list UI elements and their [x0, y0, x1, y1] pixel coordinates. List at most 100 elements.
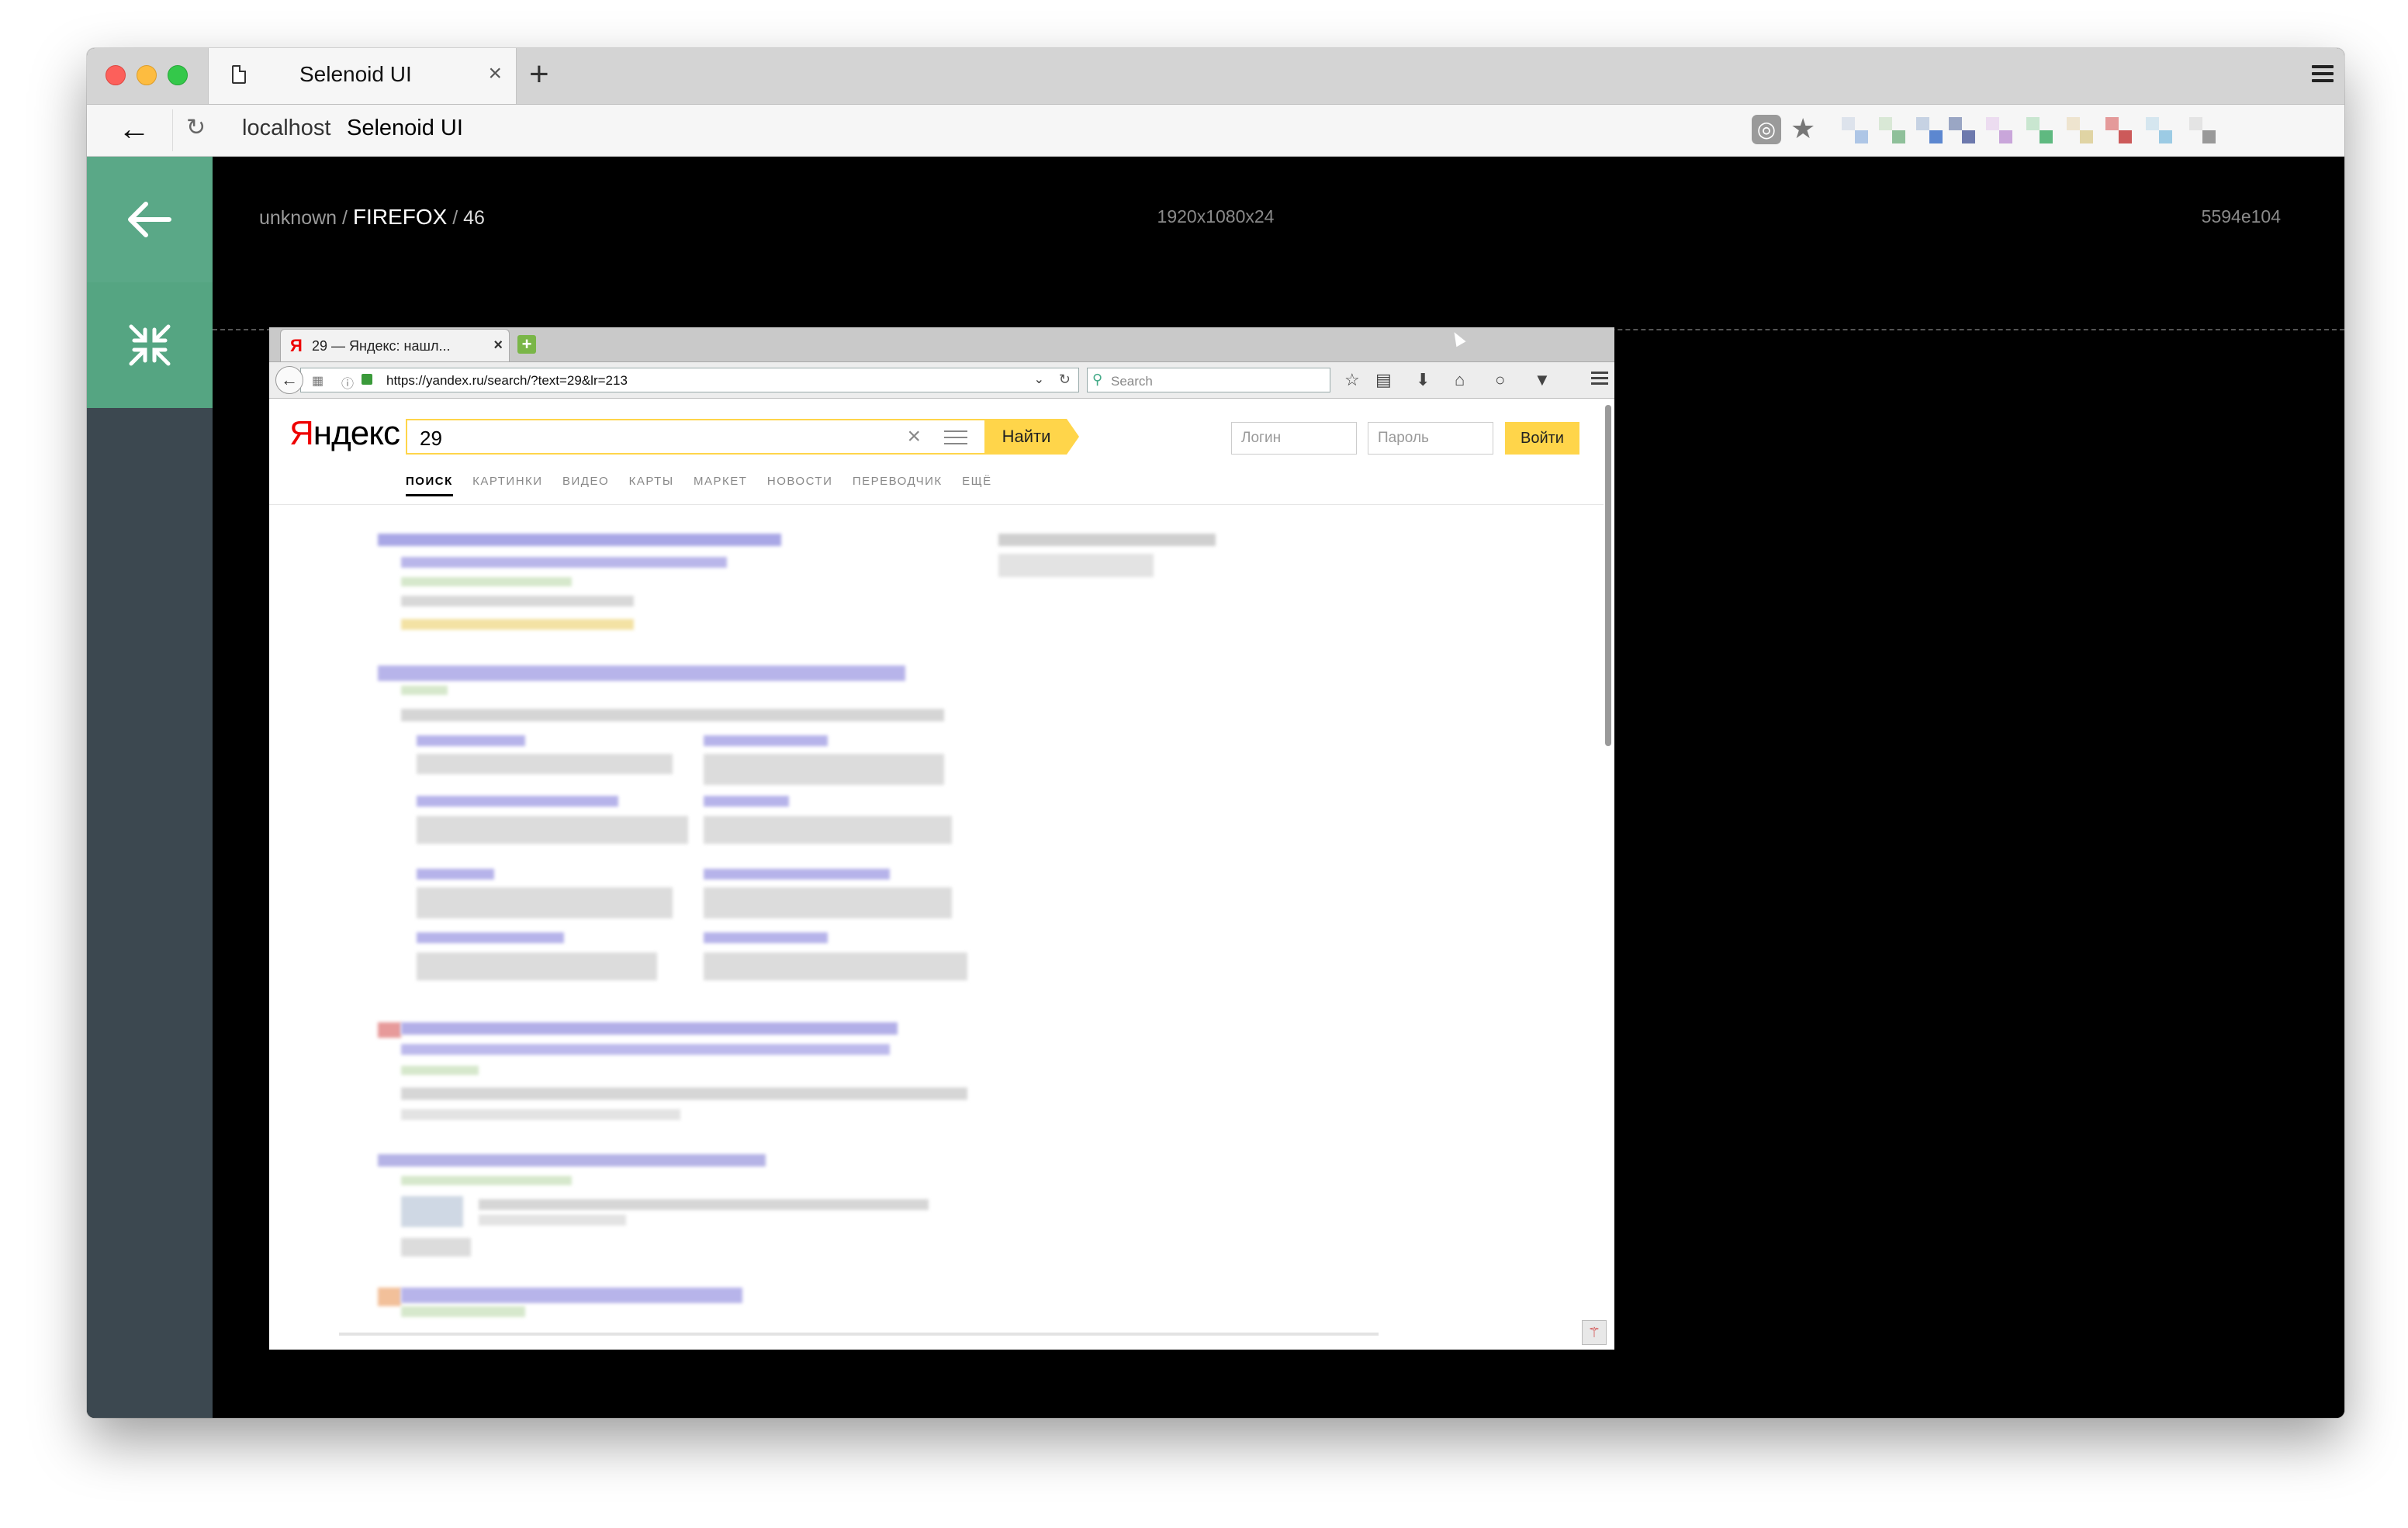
divider [172, 109, 173, 151]
firefox-tab-close-icon[interactable]: × [493, 337, 503, 354]
firefox-new-tab-icon[interactable]: + [517, 335, 536, 354]
browser-menu-icon[interactable] [2312, 65, 2334, 86]
result-url [401, 1306, 525, 1317]
vnc-screen[interactable]: Я 29 — Яндекс: нашл... × + ▦ ⓘ https://y… [269, 327, 1614, 1350]
firefox-menu-icon[interactable] [1591, 372, 1608, 388]
pocket-icon[interactable]: ▼ [1534, 370, 1551, 390]
sidebar [87, 157, 213, 1418]
extension-icon[interactable] [1842, 117, 1868, 143]
extension-icon[interactable] [1916, 117, 1943, 143]
sitelink[interactable] [704, 869, 890, 880]
tab-more[interactable]: ЕЩЁ [962, 475, 992, 488]
firefox-search-box[interactable]: ⚲ Search [1087, 368, 1330, 392]
firefox-url-text[interactable]: https://yandex.ru/search/?text=29&lr=213 [386, 373, 628, 389]
enter-button[interactable]: Войти [1505, 422, 1579, 455]
find-button[interactable]: Найти [986, 419, 1079, 455]
firefox-search-placeholder: Search [1111, 374, 1153, 389]
result-title[interactable] [401, 1288, 742, 1303]
clipboard-icon[interactable]: ▤ [1375, 370, 1392, 390]
extension-icon[interactable] [2067, 117, 2093, 143]
translate-icon[interactable]: ◎ [1752, 115, 1781, 144]
bug-icon[interactable]: ⚚ [1582, 1320, 1607, 1345]
firefox-url-bar[interactable]: ▦ ⓘ https://yandex.ru/search/?text=29&lr… [300, 368, 1079, 392]
new-tab-icon[interactable]: + [529, 57, 549, 92]
extension-icon[interactable] [1879, 117, 1905, 143]
result-title[interactable] [401, 557, 727, 568]
firefox-lock-icon [362, 374, 372, 385]
url-host[interactable]: localhost [242, 116, 330, 141]
collapse-screen-button[interactable] [87, 282, 213, 408]
result-snippet [401, 619, 634, 630]
download-icon[interactable]: ⬇ [1416, 370, 1430, 390]
password-field[interactable]: Пароль [1368, 422, 1493, 455]
selenoid-app: unknown / FIREFOX / 46 1920x1080x24 5594… [87, 157, 2344, 1418]
url-page-title[interactable]: Selenoid UI [347, 116, 463, 141]
reload-icon[interactable]: ↻ [186, 116, 206, 140]
tab-news[interactable]: НОВОСТИ [767, 475, 832, 488]
tab-maps[interactable]: КАРТЫ [629, 475, 674, 488]
yandex-search-input[interactable]: 29 × [406, 419, 986, 455]
sitelink-text [704, 887, 952, 918]
bookmark-star-icon[interactable]: ☆ [1344, 370, 1360, 390]
back-arrow-icon[interactable]: ← [118, 112, 150, 145]
sitelink[interactable] [417, 735, 525, 746]
result-url [401, 577, 572, 586]
extensions-area [1842, 109, 2338, 151]
sitelink-text [417, 952, 657, 980]
extension-icon[interactable] [2105, 117, 2132, 143]
bookmark-star-icon[interactable]: ★ [1790, 112, 1815, 145]
firefox-tab[interactable]: Я 29 — Яндекс: нашл... × [280, 329, 510, 361]
search-settings-icon[interactable] [944, 430, 967, 449]
sitelink-text [417, 816, 688, 844]
firefox-identity-icon: ▦ [312, 375, 324, 388]
result-title[interactable] [378, 1154, 766, 1167]
zoom-window-button[interactable] [168, 65, 188, 85]
browser-tab[interactable]: Selenoid UI × [208, 48, 517, 104]
divider [269, 504, 1604, 505]
clear-icon[interactable]: × [907, 423, 921, 450]
extension-icon[interactable] [2189, 117, 2216, 143]
tab-bar: Selenoid UI × + [87, 48, 2344, 105]
sitelink[interactable] [704, 735, 828, 746]
close-tab-icon[interactable]: × [488, 62, 502, 85]
chat-icon[interactable]: ○ [1495, 370, 1505, 390]
result-title[interactable] [378, 534, 781, 546]
close-window-button[interactable] [106, 65, 126, 85]
sitelink[interactable] [417, 869, 494, 880]
firefox-back-icon[interactable]: ← [275, 366, 303, 394]
result-title[interactable] [401, 1022, 898, 1035]
extension-icon[interactable] [2146, 117, 2172, 143]
tab-translate[interactable]: ПЕРЕВОДЧИК [853, 475, 943, 488]
sitelink-text [704, 816, 952, 844]
tab-images[interactable]: КАРТИНКИ [472, 475, 542, 488]
tab-video[interactable]: ВИДЕО [562, 475, 609, 488]
result-title[interactable] [378, 665, 905, 681]
result-title[interactable] [401, 1044, 890, 1055]
sitelink[interactable] [704, 932, 828, 943]
result-snippet [401, 709, 944, 721]
firefox-reload-icon[interactable]: ↻ [1059, 372, 1071, 388]
tab-search[interactable]: ПОИСК [406, 475, 453, 496]
horizontal-scrollbar[interactable] [339, 1333, 1379, 1336]
yandex-logo[interactable]: Яндекс [289, 414, 400, 453]
result-url [401, 1176, 572, 1185]
sitelink[interactable] [704, 796, 789, 807]
login-field[interactable]: Логин [1231, 422, 1357, 455]
result-snippet [401, 1238, 471, 1257]
firefox-tab-title: 29 — Яндекс: нашл... [312, 338, 451, 354]
sitelink[interactable] [417, 796, 618, 807]
extension-icon[interactable] [1986, 117, 2012, 143]
extension-icon[interactable] [2026, 117, 2053, 143]
minimize-window-button[interactable] [137, 65, 157, 85]
vertical-scrollbar[interactable] [1605, 405, 1611, 746]
result-favicon [378, 1022, 401, 1038]
tab-market[interactable]: МАРКЕТ [694, 475, 747, 488]
home-icon[interactable]: ⌂ [1455, 370, 1465, 390]
sitelink[interactable] [417, 932, 564, 943]
firefox-info-icon: ⓘ [341, 378, 355, 391]
firefox-url-dropdown-icon[interactable]: ⌄ [1034, 372, 1044, 387]
sitelink-text [704, 754, 944, 785]
result-thumbnail[interactable] [401, 1196, 463, 1227]
collapse-icon [129, 324, 171, 366]
extension-icon[interactable] [1949, 117, 1975, 143]
